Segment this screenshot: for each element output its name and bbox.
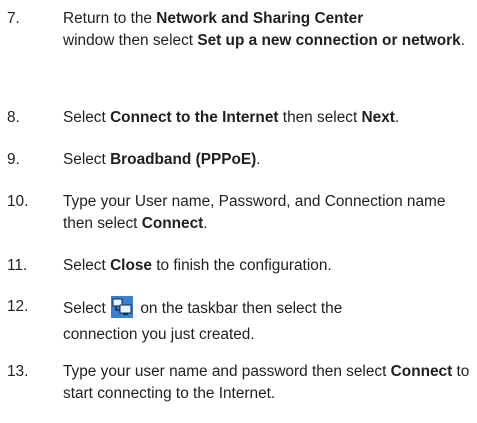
step-text: Select Connect to the Internet then sele… [63,109,400,126]
step-number: 7. [7,10,20,27]
step-number: 11. [7,257,28,274]
step-text: Type your user name and password then se… [63,363,470,402]
step-number: 9. [7,151,20,168]
instructions-page: 7. Return to the Network and Sharing Cen… [0,0,477,423]
step-text: Return to the Network and Sharing Center… [63,10,465,49]
step-text: Select Close to finish the configuration… [63,257,332,274]
network-taskbar-icon [111,295,134,318]
step-text: Select on the taskbar then select the co… [63,295,475,348]
step-text: Type your User name, Password, and Conne… [63,193,446,232]
step-number: 13. [7,363,29,380]
step-number: 10. [7,193,29,210]
step-text: Select Broadband (PPPoE). [63,151,261,168]
step-number: 8. [7,109,20,126]
step-number: 12. [7,298,29,315]
